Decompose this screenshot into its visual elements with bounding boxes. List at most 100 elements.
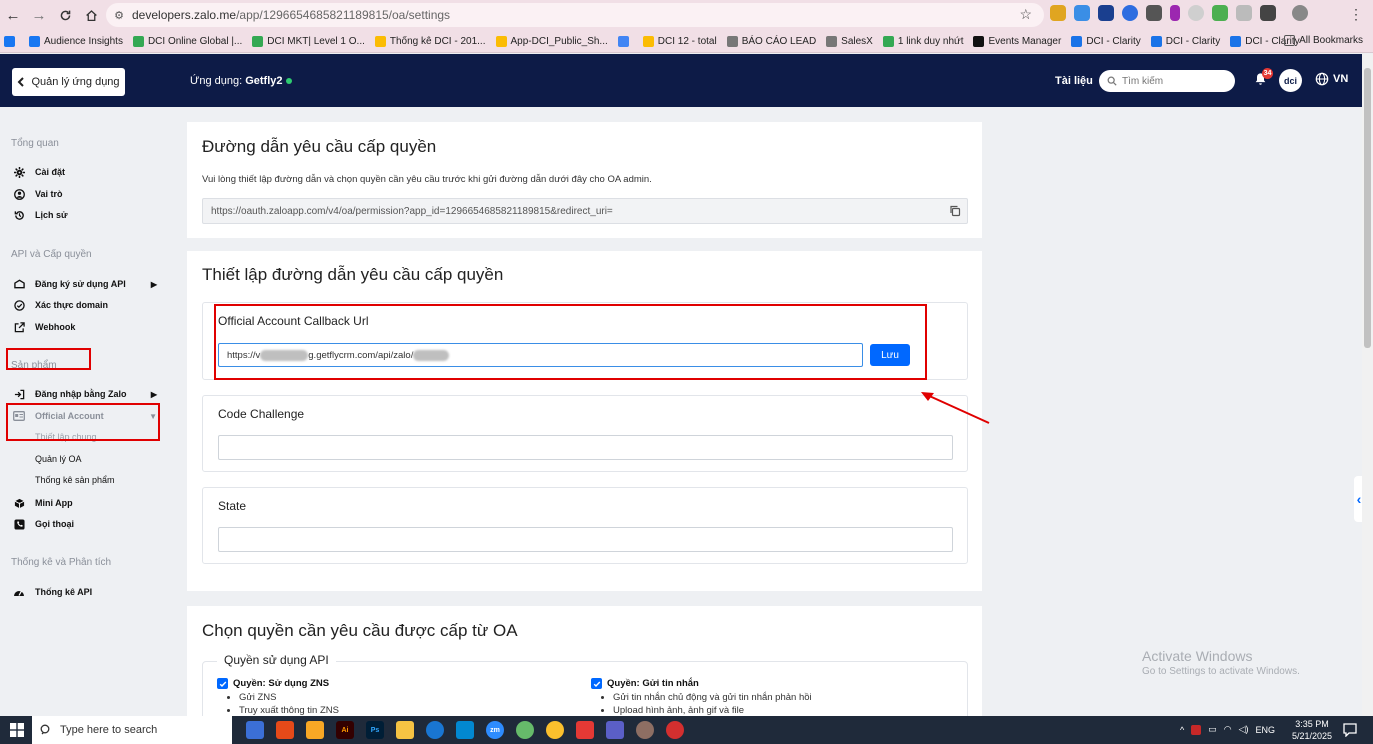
extension-icon[interactable] bbox=[1050, 5, 1066, 21]
sidebar-item-roles[interactable]: Vai trò bbox=[13, 188, 163, 200]
bookmark-item[interactable]: DCI MKT| Level 1 O... bbox=[252, 36, 365, 47]
chrome-profile-icon[interactable] bbox=[636, 721, 654, 739]
chevron-right-icon: ▶ bbox=[150, 389, 157, 399]
taskbar-search[interactable]: Type here to search bbox=[32, 716, 232, 744]
scrollbar-thumb[interactable] bbox=[1364, 68, 1371, 348]
home-icon[interactable] bbox=[78, 3, 104, 29]
bookmark-item[interactable]: DCI - Clarity bbox=[1150, 36, 1220, 47]
avatar[interactable]: dci bbox=[1279, 69, 1302, 92]
network-icon[interactable]: ◠ bbox=[1224, 724, 1232, 735]
auth-link-field[interactable]: https://oauth.zaloapp.com/v4/oa/permissi… bbox=[202, 198, 968, 224]
bookmark-item[interactable]: DCI Online Global |... bbox=[132, 36, 242, 47]
permission-messages-title: Quyền: Gửi tin nhắn bbox=[607, 678, 699, 689]
input-language[interactable]: ENG bbox=[1256, 725, 1276, 735]
bookmark-item[interactable]: Thống kê DCI - 201... bbox=[374, 36, 486, 47]
bookmark-favicon-icon bbox=[4, 36, 15, 47]
bookmark-item[interactable]: App-DCI_Public_Sh... bbox=[495, 36, 608, 47]
language-selector[interactable]: VN bbox=[1315, 72, 1348, 86]
taskbar-app-icon[interactable] bbox=[576, 721, 594, 739]
bookmarks-bar: Audience Insights DCI Online Global |... D… bbox=[0, 31, 1373, 53]
illustrator-icon[interactable]: Ai bbox=[336, 721, 354, 739]
sidebar-item-calls[interactable]: Gọi thoại bbox=[13, 518, 163, 530]
taskbar-app-icon[interactable] bbox=[276, 721, 294, 739]
extensions-puzzle-icon[interactable] bbox=[1260, 5, 1276, 21]
taskbar-app-icon[interactable] bbox=[246, 721, 264, 739]
checkbox-checked-icon[interactable] bbox=[217, 678, 228, 689]
sidebar-subitem-manage-oa[interactable]: Quản lý OA bbox=[35, 454, 82, 464]
extension-icon[interactable] bbox=[1236, 5, 1252, 21]
globe-icon bbox=[1315, 72, 1329, 86]
all-bookmarks-button[interactable]: All Bookmarks bbox=[1284, 35, 1363, 46]
sidebar-item-zalo-login[interactable]: Đăng nhập bằng Zalo ▶ bbox=[13, 388, 163, 400]
extension-icon[interactable] bbox=[1074, 5, 1090, 21]
header-search[interactable] bbox=[1099, 70, 1235, 92]
extension-icon[interactable] bbox=[1098, 5, 1114, 21]
site-settings-icon[interactable]: ⚙ bbox=[106, 9, 132, 22]
volume-icon[interactable]: ◁) bbox=[1239, 724, 1249, 735]
chrome-icon[interactable] bbox=[546, 721, 564, 739]
sidebar-item-label: Mini App bbox=[35, 498, 73, 508]
sidebar-item-api-stats[interactable]: Thống kê API bbox=[13, 586, 163, 598]
windows-start-icon[interactable] bbox=[10, 723, 24, 737]
page-scrollbar[interactable] bbox=[1362, 54, 1373, 716]
address-bar[interactable]: ⚙ developers.zalo.me/app/129665468582118… bbox=[106, 3, 1044, 27]
taskbar-app-icon[interactable] bbox=[306, 721, 324, 739]
back-arrow-icon[interactable]: ← bbox=[0, 3, 26, 29]
sidebar-item-label: Đăng nhập bằng Zalo bbox=[35, 389, 127, 399]
profile-icon[interactable] bbox=[1292, 5, 1308, 21]
chevron-up-icon[interactable]: ^ bbox=[1180, 725, 1184, 735]
extension-icon[interactable] bbox=[1170, 5, 1180, 21]
file-explorer-icon[interactable] bbox=[396, 721, 414, 739]
bookmark-item[interactable]: Events Manager bbox=[973, 36, 1061, 47]
bookmark-item[interactable]: SalesX bbox=[826, 36, 873, 47]
api-permissions-legend: Quyền sử dụng API bbox=[217, 653, 336, 667]
docs-link[interactable]: Tài liệu bbox=[1055, 75, 1093, 87]
qr-code-icon[interactable] bbox=[1146, 5, 1162, 21]
sidebar-item-verify-domain[interactable]: Xác thực domain bbox=[13, 299, 163, 311]
highlight-box-products bbox=[6, 348, 91, 370]
permission-zns-title: Quyền: Sử dụng ZNS bbox=[233, 678, 330, 689]
sidebar-item-history[interactable]: Lịch sử bbox=[13, 209, 163, 221]
sidebar-item-webhook[interactable]: Webhook bbox=[13, 321, 163, 333]
bookmark-label: 1 link duy nhứt bbox=[897, 36, 964, 47]
sidebar-item-label: Webhook bbox=[35, 322, 76, 332]
bookmark-item[interactable]: BÁO CÁO LEAD bbox=[726, 36, 816, 47]
dashboard-icon bbox=[13, 586, 25, 598]
extension-icon[interactable] bbox=[1212, 5, 1228, 21]
sidebar-item-register-api[interactable]: Đăng ký sử dụng API ▶ bbox=[13, 278, 163, 290]
search-input[interactable] bbox=[1122, 75, 1222, 87]
bookmark-item[interactable] bbox=[617, 36, 633, 47]
bookmark-item[interactable]: DCI 12 - total bbox=[642, 36, 717, 47]
extension-icon[interactable] bbox=[1122, 5, 1138, 21]
photoshop-icon[interactable]: Ps bbox=[366, 721, 384, 739]
copy-icon[interactable] bbox=[949, 205, 961, 217]
back-to-apps-button[interactable]: Quản lý ứng dụng bbox=[12, 68, 125, 96]
reload-icon[interactable] bbox=[52, 3, 78, 29]
action-center-icon[interactable] bbox=[1343, 723, 1357, 737]
taskbar-app-icon[interactable] bbox=[426, 721, 444, 739]
taskbar-clock[interactable]: 3:35 PM 5/21/2025 bbox=[1292, 718, 1332, 742]
teams-icon[interactable] bbox=[606, 721, 624, 739]
checkbox-checked-icon[interactable] bbox=[591, 678, 602, 689]
sidebar-item-settings[interactable]: Cài đặt bbox=[13, 166, 163, 178]
bookmark-item[interactable]: 1 link duy nhứt bbox=[882, 36, 964, 47]
state-input[interactable] bbox=[218, 527, 953, 552]
zoom-icon[interactable]: zm bbox=[486, 721, 504, 739]
browser-menu-icon[interactable]: ⋮ bbox=[1349, 6, 1363, 23]
taskbar-app-icon[interactable] bbox=[456, 721, 474, 739]
taskbar-app-icon[interactable] bbox=[516, 721, 534, 739]
bookmark-item[interactable]: DCI - Clarity bbox=[1071, 36, 1141, 47]
battery-icon[interactable]: ▭ bbox=[1208, 724, 1217, 735]
sidebar-subitem-product-stats[interactable]: Thống kê sản phẩm bbox=[35, 475, 115, 485]
highlight-box-callback-url bbox=[214, 304, 927, 380]
bookmark-item[interactable] bbox=[4, 36, 19, 47]
sidebar-item-mini-app[interactable]: Mini App bbox=[13, 497, 163, 509]
online-status-icon bbox=[285, 78, 292, 84]
forward-arrow-icon[interactable]: → bbox=[26, 3, 52, 29]
extension-icon[interactable] bbox=[1188, 5, 1204, 21]
bookmark-star-icon[interactable]: ☆ bbox=[1019, 6, 1032, 23]
taskbar-app-icon[interactable] bbox=[666, 721, 684, 739]
bookmark-item[interactable]: Audience Insights bbox=[29, 36, 123, 47]
code-challenge-input[interactable] bbox=[218, 435, 953, 460]
tray-app-icon[interactable] bbox=[1191, 724, 1202, 735]
